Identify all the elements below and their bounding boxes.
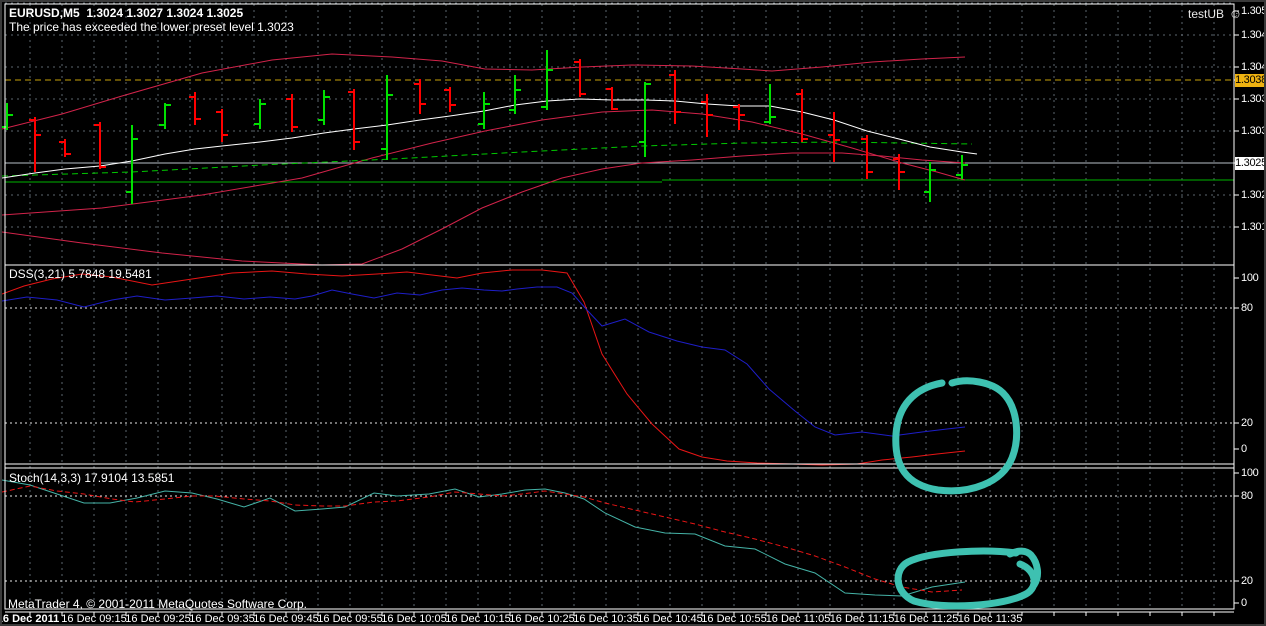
- white-ma-line: [2, 99, 977, 178]
- time-axis-label: 16 Dec 09:45: [253, 613, 318, 625]
- dss-red-line: [2, 270, 965, 465]
- price-axis-label: 1.3050: [1241, 5, 1266, 17]
- mt4-chart-window: EURUSD,M5 1.3024 1.3027 1.3024 1.3025 Th…: [0, 0, 1266, 626]
- alert-message: The price has exceeded the lower preset …: [9, 20, 294, 34]
- stoch-axis-label: 100: [1241, 467, 1258, 479]
- stoch-axis-label: 80: [1241, 490, 1253, 502]
- price-axis-label: 1.3030: [1241, 125, 1266, 137]
- stoch-axis-label: 0: [1241, 597, 1247, 609]
- price-axis-label: 1.3040: [1241, 61, 1266, 73]
- time-axis-label: 16 Dec 11:35: [958, 613, 1023, 625]
- time-axis-label: 16 Dec 10:35: [573, 613, 638, 625]
- price-axis-label: 1.3015: [1241, 221, 1266, 233]
- price-axis-label: 1.3045: [1241, 29, 1266, 41]
- dss-axis-label: 100: [1241, 272, 1258, 284]
- time-axis-label: 16 Dec 11:25: [894, 613, 959, 625]
- alert-price-badge: 1.3038: [1235, 74, 1266, 87]
- time-axis-label: 16 Dec 10:45: [637, 613, 702, 625]
- dss-axis-label: 20: [1241, 417, 1253, 429]
- time-axis-label: 16 Dec 11:05: [766, 613, 831, 625]
- hand-drawn-circle-annotation: [898, 551, 1034, 606]
- time-axis-label: 16 Dec 09:35: [189, 613, 254, 625]
- time-axis-label: 16 Dec 10:05: [381, 613, 446, 625]
- bid-price-badge: 1.3025: [1235, 157, 1266, 170]
- time-axis-label: 16 Dec 09:25: [125, 613, 190, 625]
- dss-indicator-label: DSS(3,21) 5.7848 19.5481: [9, 267, 152, 281]
- dss-axis-label: 0: [1241, 443, 1247, 455]
- symbol-quote-line: EURUSD,M5 1.3024 1.3027 1.3024 1.3025: [9, 6, 243, 20]
- chart-frame: [5, 4, 1234, 609]
- price-axis-label: 1.3020: [1241, 189, 1266, 201]
- dss-blue-line: [2, 287, 965, 436]
- stoch-main-line: [2, 480, 965, 596]
- time-axis-label: 16 Dec 10:15: [445, 613, 510, 625]
- bollinger-lower-band: [2, 153, 965, 265]
- time-axis-label: 16 Dec 09:55: [317, 613, 382, 625]
- stoch-signal-line: [2, 486, 962, 592]
- copyright-text: MetaTrader 4, © 2001-2011 MetaQuotes Sof…: [8, 597, 307, 611]
- smiley-icon: ☺: [1229, 6, 1242, 21]
- time-axis-label: 16 Dec 11:15: [830, 613, 895, 625]
- green-dashed-ma: [2, 142, 972, 176]
- time-axis-label: 16 Dec 09:15: [61, 613, 126, 625]
- watermark-label: testUB: [1188, 7, 1224, 21]
- hand-drawn-circle-annotation: [896, 381, 1017, 491]
- time-axis-label: 16 Dec 2011: [0, 613, 59, 625]
- dss-axis-label: 80: [1241, 302, 1253, 314]
- stoch-indicator-label: Stoch(14,3,3) 17.9104 13.5851: [9, 471, 174, 485]
- time-axis-label: 16 Dec 10:25: [509, 613, 574, 625]
- price-axis-label: 1.3035: [1241, 93, 1266, 105]
- time-axis-label: 16 Dec 10:55: [701, 613, 766, 625]
- stoch-axis-label: 20: [1241, 575, 1253, 587]
- chart-canvas[interactable]: [2, 2, 1266, 626]
